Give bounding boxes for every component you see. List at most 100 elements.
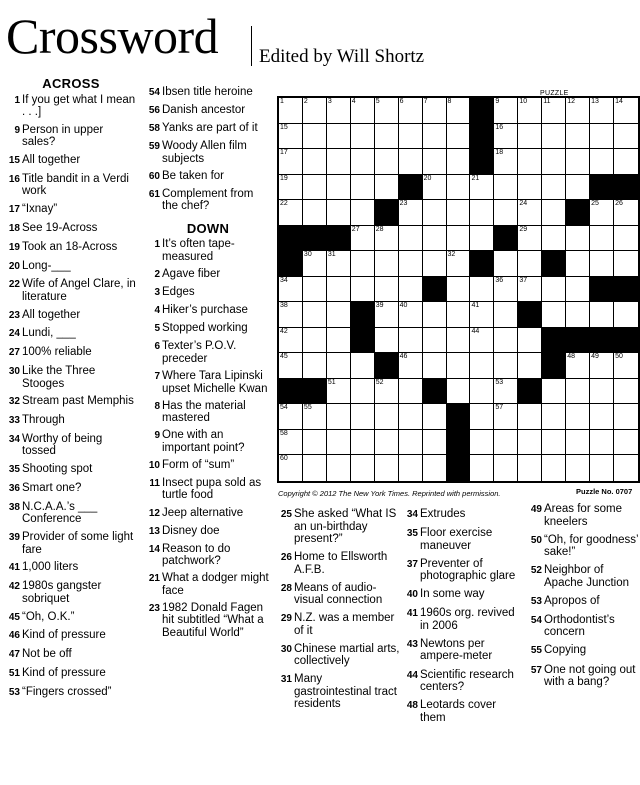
grid-cell[interactable]: 1	[279, 98, 303, 124]
grid-cell[interactable]	[542, 404, 567, 430]
grid-cell[interactable]	[350, 251, 375, 277]
grid-cell[interactable]	[446, 302, 471, 328]
grid-cell[interactable]: 50	[614, 353, 638, 379]
grid-cell[interactable]	[446, 378, 471, 405]
grid-cell[interactable]: 2	[302, 98, 327, 124]
grid-cell[interactable]	[590, 429, 615, 456]
grid-cell[interactable]	[422, 353, 447, 379]
grid-cell[interactable]	[518, 149, 543, 175]
grid-cell[interactable]: 4	[350, 98, 375, 124]
grid-cell[interactable]	[302, 276, 327, 303]
grid-cell[interactable]: 52	[374, 378, 399, 405]
grid-cell[interactable]	[422, 404, 447, 430]
grid-cell[interactable]: 40	[398, 302, 423, 328]
grid-cell[interactable]: 31	[326, 251, 351, 277]
grid-cell[interactable]: 55	[302, 404, 327, 430]
grid-cell[interactable]	[326, 302, 351, 328]
grid-cell[interactable]	[350, 378, 375, 405]
grid-cell[interactable]: 53	[494, 378, 519, 405]
grid-cell[interactable]	[590, 378, 615, 405]
grid-cell[interactable]	[518, 353, 543, 379]
grid-cell[interactable]	[494, 174, 519, 201]
grid-cell[interactable]	[542, 455, 567, 481]
grid-cell[interactable]	[566, 251, 591, 277]
grid-cell[interactable]	[446, 225, 471, 252]
grid-cell[interactable]: 41	[470, 302, 495, 328]
grid-cell[interactable]	[494, 327, 519, 354]
grid-cell[interactable]	[518, 251, 543, 277]
grid-cell[interactable]	[614, 379, 638, 405]
grid-cell[interactable]	[470, 276, 495, 303]
grid-cell[interactable]	[423, 455, 447, 481]
grid-cell[interactable]	[446, 200, 471, 226]
grid-cell[interactable]: 8	[446, 98, 471, 124]
grid-cell[interactable]: 21	[470, 174, 495, 201]
grid-cell[interactable]	[422, 149, 447, 175]
grid-cell[interactable]	[302, 123, 327, 150]
grid-cell[interactable]	[470, 404, 495, 430]
grid-cell[interactable]: 46	[398, 353, 423, 379]
grid-cell[interactable]	[302, 302, 327, 328]
grid-cell[interactable]: 24	[518, 200, 543, 226]
grid-cell[interactable]	[614, 404, 638, 430]
grid-cell[interactable]	[422, 251, 447, 277]
grid-cell[interactable]	[470, 429, 495, 456]
grid-cell[interactable]: 60	[279, 455, 303, 481]
grid-cell[interactable]: 7	[422, 98, 447, 124]
grid-cell[interactable]	[302, 327, 327, 354]
grid-cell[interactable]	[422, 429, 447, 456]
grid-cell[interactable]	[590, 123, 615, 150]
grid-cell[interactable]: 42	[279, 327, 303, 354]
grid-cell[interactable]	[374, 404, 399, 430]
grid-cell[interactable]: 49	[590, 353, 615, 379]
grid-cell[interactable]	[350, 200, 375, 226]
grid-cell[interactable]: 19	[279, 174, 303, 201]
grid-cell[interactable]	[326, 353, 351, 379]
grid-cell[interactable]: 17	[279, 149, 303, 175]
grid-cell[interactable]	[375, 455, 399, 481]
grid-cell[interactable]	[350, 353, 375, 379]
grid-cell[interactable]: 22	[279, 200, 303, 226]
grid-cell[interactable]	[542, 225, 567, 252]
grid-cell[interactable]: 3	[326, 98, 351, 124]
grid-cell[interactable]: 45	[279, 353, 303, 379]
grid-cell[interactable]: 15	[279, 123, 303, 150]
grid-cell[interactable]	[494, 455, 519, 481]
grid-cell[interactable]	[494, 302, 519, 328]
grid-cell[interactable]	[398, 276, 423, 303]
grid-cell[interactable]: 6	[398, 98, 423, 124]
grid-cell[interactable]	[374, 123, 399, 150]
grid-cell[interactable]	[494, 251, 519, 277]
grid-cell[interactable]	[374, 276, 399, 303]
grid-cell[interactable]	[470, 200, 495, 226]
grid-cell[interactable]: 9	[494, 98, 519, 124]
grid-cell[interactable]	[494, 353, 519, 379]
grid-cell[interactable]: 39	[374, 302, 399, 328]
grid-cell[interactable]	[542, 429, 567, 456]
grid-cell[interactable]	[350, 174, 375, 201]
grid-cell[interactable]	[326, 174, 351, 201]
grid-cell[interactable]	[398, 123, 423, 150]
grid-cell[interactable]	[494, 200, 519, 226]
grid-cell[interactable]	[446, 327, 471, 354]
grid-cell[interactable]	[614, 226, 638, 252]
grid-cell[interactable]	[590, 225, 615, 252]
grid-cell[interactable]	[302, 174, 327, 201]
grid-cell[interactable]	[494, 429, 519, 456]
grid-cell[interactable]: 32	[446, 251, 471, 277]
grid-cell[interactable]	[470, 455, 495, 481]
grid-cell[interactable]	[566, 404, 591, 430]
grid-cell[interactable]	[327, 455, 351, 481]
grid-cell[interactable]	[566, 455, 591, 481]
grid-cell[interactable]	[326, 200, 351, 226]
grid-cell[interactable]	[374, 174, 399, 201]
grid-cell[interactable]: 18	[494, 149, 519, 175]
grid-cell[interactable]	[614, 430, 638, 456]
grid-cell[interactable]	[398, 378, 423, 405]
grid-cell[interactable]	[590, 302, 615, 328]
grid-cell[interactable]	[399, 455, 423, 481]
grid-cell[interactable]	[542, 378, 567, 405]
grid-cell[interactable]	[518, 174, 543, 201]
grid-cell[interactable]	[566, 225, 591, 252]
grid-cell[interactable]	[542, 302, 567, 328]
